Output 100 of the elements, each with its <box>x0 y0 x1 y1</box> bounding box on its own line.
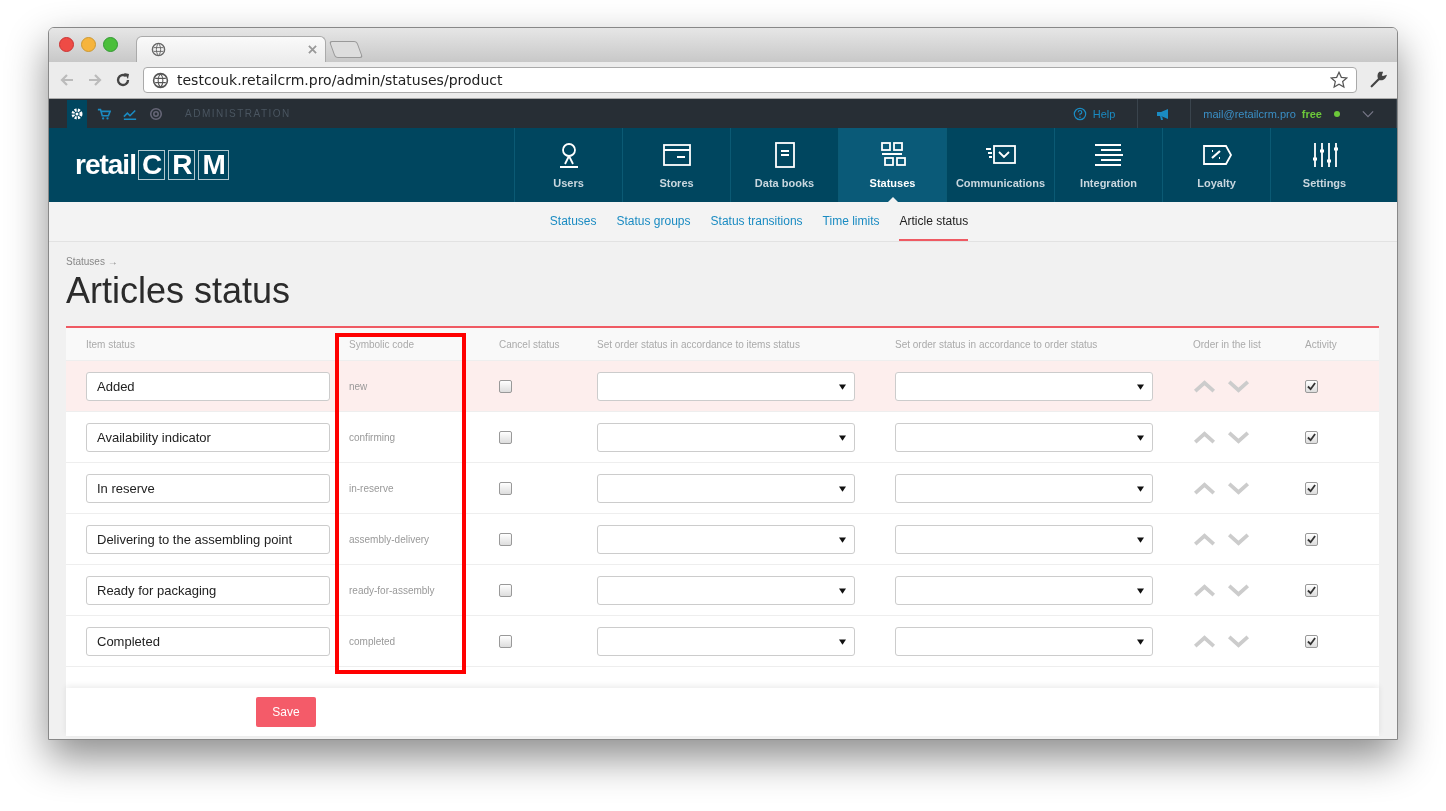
column-header: Activity <box>1305 338 1337 350</box>
wrench-icon[interactable] <box>1369 71 1387 89</box>
symbolic-code: confirming <box>349 432 396 443</box>
minimize-window-icon[interactable] <box>81 36 96 52</box>
help-icon <box>1072 106 1087 121</box>
column-header: Set order status in accordance to order status <box>895 338 1098 350</box>
chevron-down-icon[interactable] <box>1362 109 1374 118</box>
order-status-select[interactable] <box>895 474 1153 503</box>
dropdown-caret-icon <box>1137 383 1144 390</box>
activity-checkbox[interactable] <box>1305 380 1318 393</box>
dropdown-caret-icon <box>1137 638 1144 645</box>
lines-icon <box>1092 141 1125 169</box>
order-status-select[interactable] <box>895 525 1153 554</box>
order-status-select[interactable] <box>895 372 1153 401</box>
column-header: Item status <box>86 338 135 350</box>
symbolic-code: assembly-delivery <box>349 534 430 545</box>
dropdown-caret-icon <box>1137 536 1144 543</box>
new-tab-button[interactable] <box>328 41 364 58</box>
column-header: Set order status in accordance to items status <box>597 338 800 350</box>
subnav-tab[interactable]: Status groups <box>616 202 691 241</box>
cancel-checkbox[interactable] <box>499 635 512 648</box>
address-field[interactable]: testcouk.retailcrm.pro/admin/statuses/product <box>143 67 1357 93</box>
status-name-field[interactable]: Availability indicator <box>86 423 330 452</box>
target-icon[interactable] <box>149 106 163 121</box>
activity-checkbox[interactable] <box>1305 482 1318 495</box>
move-down-icon[interactable] <box>1227 533 1250 546</box>
activity-checkbox[interactable] <box>1305 635 1318 648</box>
activity-checkbox[interactable] <box>1305 533 1318 546</box>
close-window-icon[interactable] <box>59 36 74 52</box>
column-header: Cancel status <box>499 338 560 350</box>
back-icon[interactable] <box>59 72 75 88</box>
reload-icon[interactable] <box>115 72 131 88</box>
move-up-icon[interactable] <box>1193 584 1216 597</box>
dropdown-caret-icon <box>839 434 846 441</box>
move-up-icon[interactable] <box>1193 635 1216 648</box>
dropdown-caret-icon <box>839 383 846 390</box>
globe-icon <box>151 42 166 57</box>
symbolic-code: in-reserve <box>349 483 394 494</box>
order-status-select[interactable] <box>597 474 855 503</box>
retailcrm-logo[interactable]: retail C R M <box>75 128 232 202</box>
column-header: Symbolic code <box>349 338 415 350</box>
cancel-checkbox[interactable] <box>499 533 512 546</box>
move-down-icon[interactable] <box>1227 482 1250 495</box>
order-status-select[interactable] <box>895 423 1153 452</box>
status-name-field[interactable]: Added <box>86 372 330 401</box>
close-tab-icon[interactable] <box>308 45 317 54</box>
move-down-icon[interactable] <box>1227 584 1250 597</box>
dropdown-caret-icon <box>839 587 846 594</box>
order-status-select[interactable] <box>597 372 855 401</box>
dropdown-caret-icon <box>1137 434 1144 441</box>
settings-icon[interactable] <box>67 99 87 128</box>
status-name-field[interactable]: In reserve <box>86 474 330 503</box>
move-down-icon[interactable] <box>1227 431 1250 444</box>
subnav-tab[interactable]: Statuses <box>549 202 597 241</box>
browser-tab[interactable] <box>136 36 326 62</box>
cancel-checkbox[interactable] <box>499 482 512 495</box>
url-text: testcouk.retailcrm.pro/admin/statuses/product <box>177 72 504 88</box>
order-status-select[interactable] <box>597 627 855 656</box>
status-name-field[interactable]: Delivering to the assembling point <box>86 525 330 554</box>
window-icon <box>660 141 693 169</box>
symbolic-code: ready-for-assembly <box>349 585 435 596</box>
dropdown-caret-icon <box>1137 587 1144 594</box>
order-status-select[interactable] <box>895 627 1153 656</box>
help-link[interactable]: Help <box>1072 106 1116 121</box>
symbolic-code: new <box>349 381 368 392</box>
plan-label: free <box>1301 107 1322 120</box>
status-name-field[interactable]: Completed <box>86 627 330 656</box>
symbolic-code: completed <box>349 636 396 647</box>
page-title: Articles status <box>66 271 292 311</box>
move-down-icon[interactable] <box>1227 380 1250 393</box>
move-up-icon[interactable] <box>1193 533 1216 546</box>
move-up-icon[interactable] <box>1193 482 1216 495</box>
order-status-select[interactable] <box>597 423 855 452</box>
cancel-checkbox[interactable] <box>499 431 512 444</box>
order-status-select[interactable] <box>895 576 1153 605</box>
column-header: Order in the list <box>1193 338 1261 350</box>
nav-tab[interactable]: Statuses <box>838 128 946 202</box>
move-up-icon[interactable] <box>1193 431 1216 444</box>
cancel-checkbox[interactable] <box>499 380 512 393</box>
move-down-icon[interactable] <box>1227 635 1250 648</box>
cart-icon[interactable] <box>97 106 111 121</box>
subnav-tab[interactable]: Time limits <box>822 202 880 241</box>
order-status-select[interactable] <box>597 576 855 605</box>
activity-checkbox[interactable] <box>1305 584 1318 597</box>
dropdown-caret-icon <box>1137 485 1144 492</box>
globe-icon <box>152 71 169 89</box>
status-name-field[interactable]: Ready for packaging <box>86 576 330 605</box>
order-status-select[interactable] <box>597 525 855 554</box>
dropdown-caret-icon <box>839 638 846 645</box>
forward-icon[interactable] <box>87 72 103 88</box>
subnav-tab[interactable]: Status transitions <box>710 202 803 241</box>
account-email[interactable]: mail@retailcrm.pro <box>1203 107 1296 120</box>
maximize-window-icon[interactable] <box>103 36 118 52</box>
online-status-icon <box>1334 110 1340 117</box>
dropdown-caret-icon <box>839 536 846 543</box>
move-up-icon[interactable] <box>1193 380 1216 393</box>
activity-checkbox[interactable] <box>1305 431 1318 444</box>
bookmark-star-icon[interactable] <box>1330 71 1348 89</box>
breadcrumb-link[interactable]: Statuses → <box>66 256 118 267</box>
cancel-checkbox[interactable] <box>499 584 512 597</box>
